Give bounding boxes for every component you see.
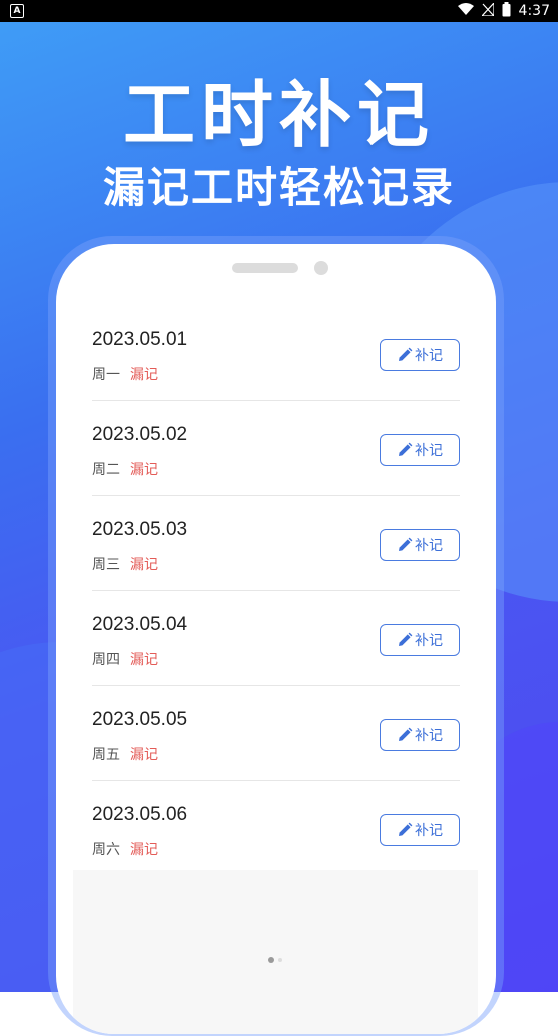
edit-icon bbox=[397, 632, 413, 648]
supplement-button[interactable]: 补记 bbox=[380, 719, 460, 751]
item-status: 漏记 bbox=[130, 557, 158, 573]
page-indicator-dot-active bbox=[268, 957, 274, 963]
item-date: 2023.05.05 bbox=[92, 709, 188, 730]
list-item: 2023.05.06 周六 漏记 补记 bbox=[92, 781, 460, 876]
edit-icon bbox=[397, 347, 413, 363]
list-item: 2023.05.03 周三 漏记 补记 bbox=[92, 496, 460, 591]
item-weekday: 周四 bbox=[92, 652, 120, 668]
item-date: 2023.05.01 bbox=[92, 329, 188, 350]
button-label: 补记 bbox=[415, 728, 443, 744]
page-indicator-dot bbox=[278, 958, 282, 962]
supplement-button[interactable]: 补记 bbox=[380, 529, 460, 561]
item-weekday: 周二 bbox=[92, 462, 120, 478]
supplement-button[interactable]: 补记 bbox=[380, 814, 460, 846]
supplement-button[interactable]: 补记 bbox=[380, 339, 460, 371]
edit-icon bbox=[397, 537, 413, 553]
item-meta: 周二 漏记 bbox=[92, 459, 158, 479]
item-meta: 周三 漏记 bbox=[92, 554, 158, 574]
button-label: 补记 bbox=[415, 443, 443, 459]
item-date: 2023.05.04 bbox=[92, 614, 188, 635]
phone-screen: 2023.05.01 周一 漏记 补记 2023.05.02 周二 漏记 补记 20… bbox=[56, 244, 496, 1034]
item-date: 2023.05.02 bbox=[92, 424, 188, 445]
item-meta: 周一 漏记 bbox=[92, 364, 158, 384]
page-subtitle: 漏记工时轻松记录 bbox=[102, 163, 455, 212]
button-label: 补记 bbox=[415, 538, 443, 554]
edit-icon bbox=[397, 442, 413, 458]
list-item: 2023.05.04 周四 漏记 补记 bbox=[92, 591, 460, 686]
item-date: 2023.05.06 bbox=[92, 804, 188, 825]
page-title: 工时补记 bbox=[122, 73, 435, 157]
item-status: 漏记 bbox=[130, 462, 158, 478]
status-bar: A 4:37 bbox=[0, 0, 558, 22]
wifi-icon bbox=[457, 2, 474, 20]
supplement-button[interactable]: 补记 bbox=[380, 434, 460, 466]
phone-speaker bbox=[232, 263, 298, 273]
phone-camera bbox=[314, 261, 328, 275]
list-item: 2023.05.02 周二 漏记 补记 bbox=[92, 401, 460, 496]
edit-icon bbox=[397, 822, 413, 838]
supplement-button[interactable]: 补记 bbox=[380, 624, 460, 656]
status-icons: 4:37 bbox=[457, 0, 550, 22]
item-status: 漏记 bbox=[130, 652, 158, 668]
item-meta: 周四 漏记 bbox=[92, 649, 158, 669]
list-item: 2023.05.05 周五 漏记 补记 bbox=[92, 686, 460, 781]
signal-icon bbox=[480, 0, 495, 20]
item-status: 漏记 bbox=[130, 367, 158, 383]
item-date: 2023.05.03 bbox=[92, 519, 188, 540]
item-meta: 周六 漏记 bbox=[92, 839, 158, 859]
battery-icon bbox=[502, 1, 511, 21]
item-meta: 周五 漏记 bbox=[92, 744, 158, 764]
item-status: 漏记 bbox=[130, 747, 158, 763]
list-item: 2023.05.01 周一 漏记 补记 bbox=[92, 306, 460, 401]
app-notification-icon: A bbox=[10, 4, 24, 18]
button-label: 补记 bbox=[415, 823, 443, 839]
item-weekday: 周三 bbox=[92, 557, 120, 573]
item-weekday: 周五 bbox=[92, 747, 120, 763]
button-label: 补记 bbox=[415, 348, 443, 364]
button-label: 补记 bbox=[415, 633, 443, 649]
bottom-panel bbox=[73, 870, 478, 1034]
item-weekday: 周一 bbox=[92, 367, 120, 383]
edit-icon bbox=[397, 727, 413, 743]
item-weekday: 周六 bbox=[92, 842, 120, 858]
record-list: 2023.05.01 周一 漏记 补记 2023.05.02 周二 漏记 补记 20… bbox=[92, 306, 460, 876]
status-time: 4:37 bbox=[518, 3, 550, 19]
item-status: 漏记 bbox=[130, 842, 158, 858]
